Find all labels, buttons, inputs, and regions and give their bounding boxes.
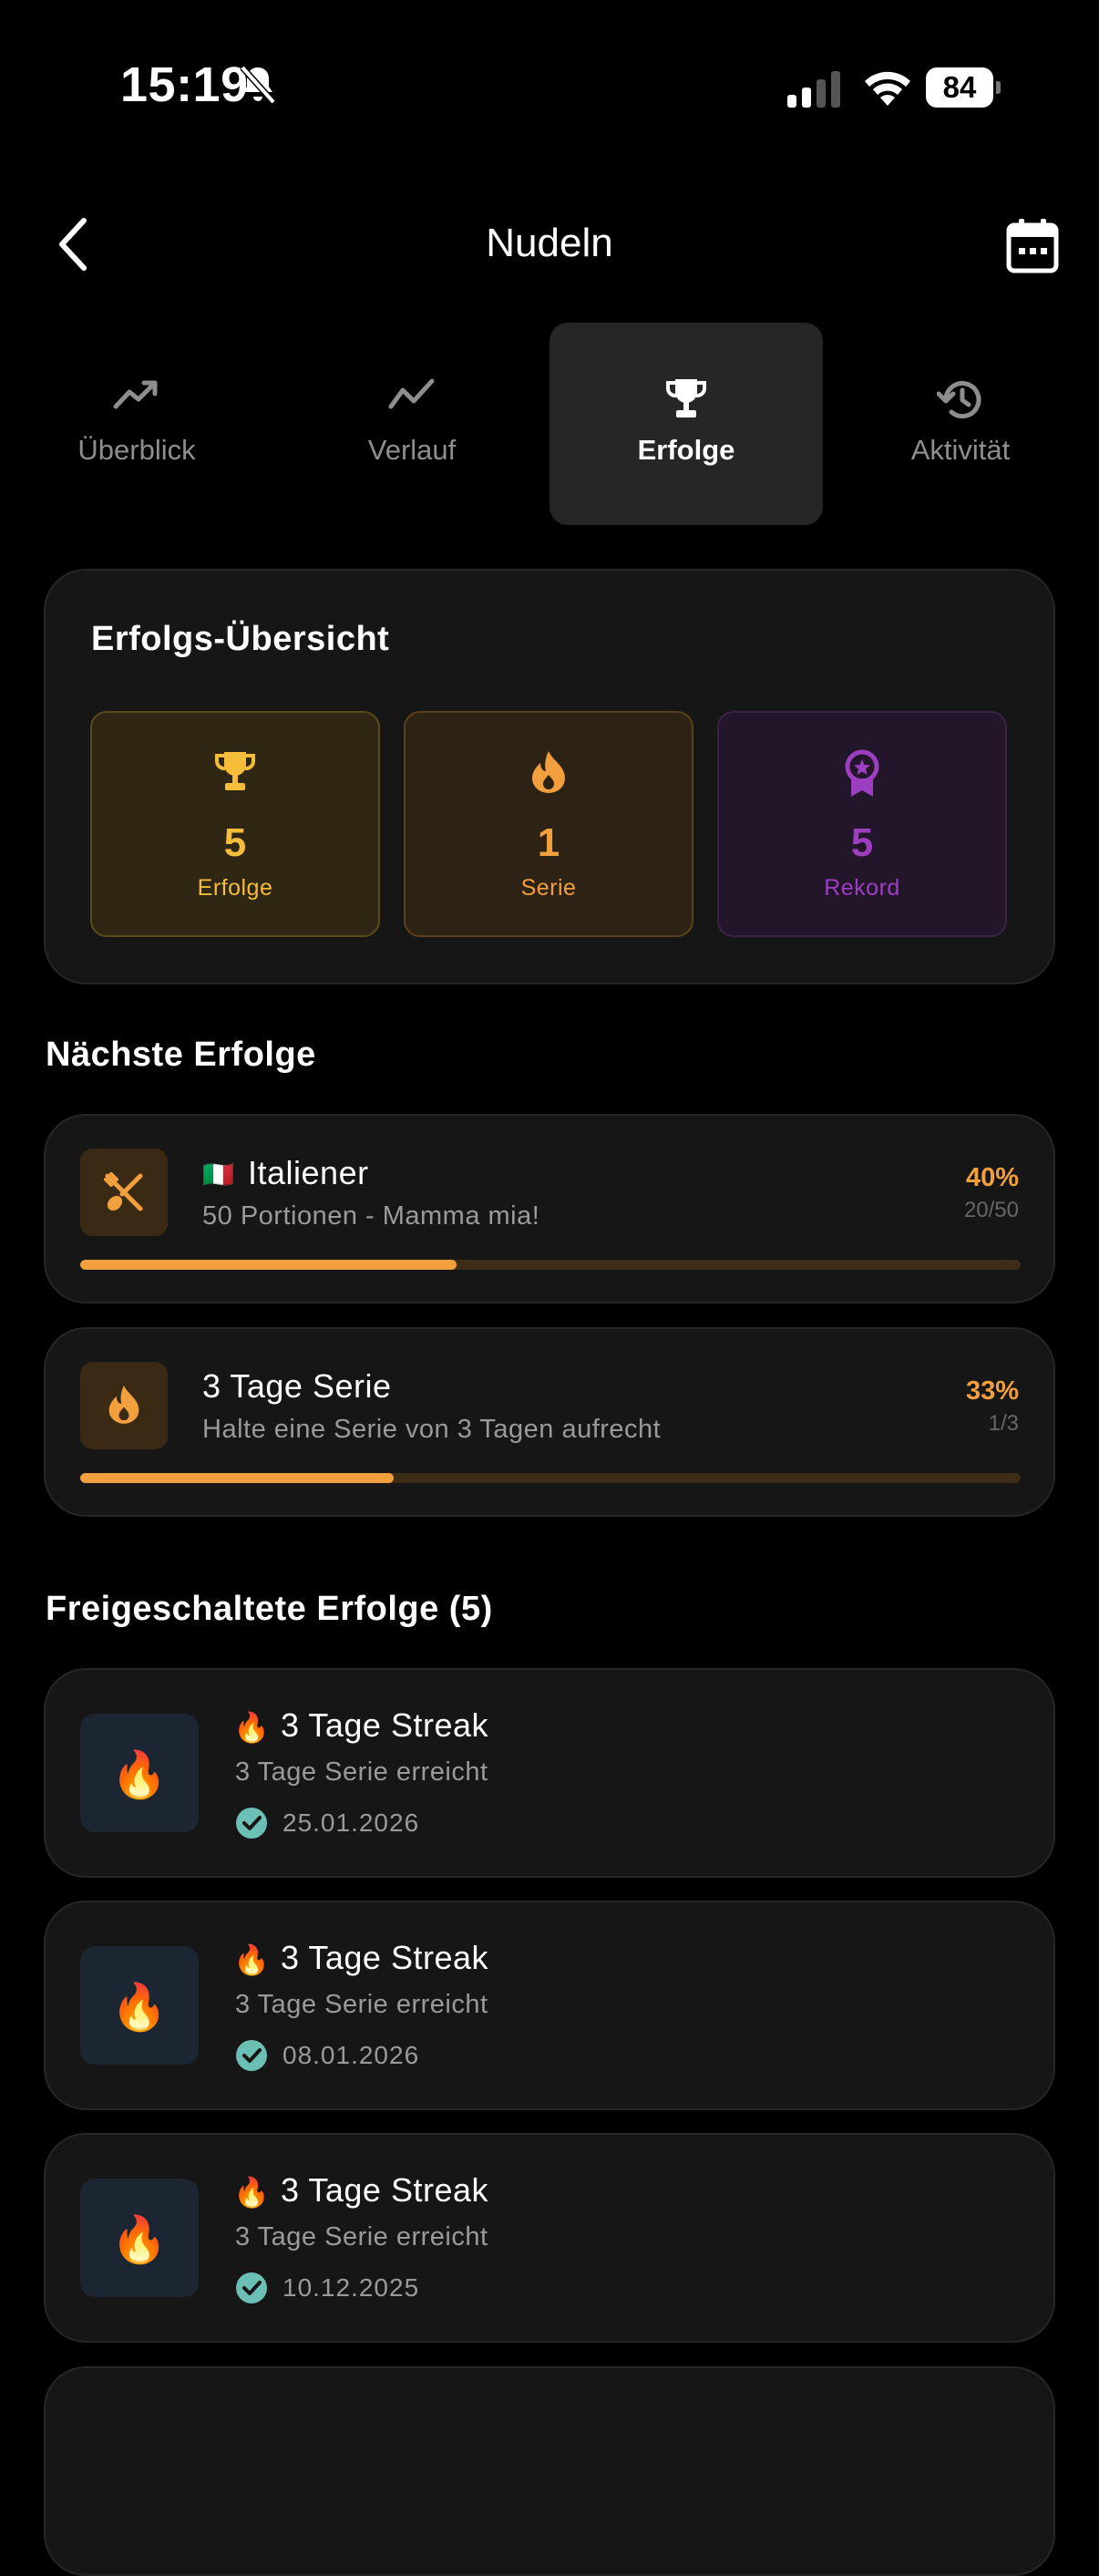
stat-value: 5: [223, 820, 247, 865]
fire-emoji-icon: 🔥: [233, 2176, 270, 2209]
check-circle-icon: [236, 1808, 267, 1839]
tab-erfolge[interactable]: Erfolge: [550, 323, 823, 525]
progress-bar: [80, 1260, 1021, 1270]
overview-title: Erfolgs-Übersicht: [91, 620, 390, 658]
battery-level: 84: [926, 67, 993, 108]
unlocked-item-subtitle: 3 Tage Serie erreicht: [235, 1757, 488, 1787]
unlocked-item[interactable]: 🔥 🔥 3 Tage Streak 3 Tage Serie erreicht …: [44, 2133, 1055, 2343]
unlocked-item-title: 3 Tage Streak: [281, 1706, 488, 1744]
flame-icon-box: [80, 1362, 168, 1449]
cutlery-icon-box: [80, 1149, 168, 1236]
unlocked-item-subtitle: 3 Tage Serie erreicht: [235, 1990, 488, 2019]
next-title: Nächste Erfolge: [46, 1036, 316, 1074]
stat-erfolge: 5 Erfolge: [90, 711, 380, 937]
progress-bar: [80, 1473, 1021, 1483]
unlocked-item[interactable]: [44, 2366, 1055, 2576]
fire-emoji-icon: 🔥: [110, 1749, 169, 1800]
fire-emoji-icon: 🔥: [110, 1982, 169, 2033]
calendar-icon[interactable]: [1006, 217, 1059, 273]
unlocked-item-date: 08.01.2026: [282, 2041, 420, 2069]
stat-label: Erfolge: [197, 875, 273, 901]
flame-icon: [532, 751, 565, 793]
status-time: 15:19: [120, 57, 249, 112]
next-item-title: Italiener: [248, 1154, 369, 1191]
unlocked-item-subtitle: 3 Tage Serie erreicht: [235, 2222, 488, 2251]
unlocked-item-date: 10.12.2025: [282, 2273, 420, 2302]
achievement-badge: 🔥: [80, 2179, 199, 2297]
flame-icon: [108, 1386, 139, 1424]
trophy-icon: [214, 752, 256, 790]
stat-label: Serie: [520, 875, 577, 901]
tab-aktivitaet[interactable]: Aktivität: [824, 323, 1097, 525]
unlocked-item-date: 25.01.2026: [282, 1808, 420, 1837]
unlocked-title: Freigeschaltete Erfolge (5): [46, 1590, 493, 1628]
tab-label: Überblick: [77, 434, 196, 466]
progress-fill: [80, 1473, 394, 1483]
stat-label: Rekord: [824, 875, 900, 901]
page-title: Nudeln: [486, 221, 613, 265]
next-item-percent: 33%: [965, 1376, 1019, 1406]
stat-value: 5: [850, 820, 874, 865]
trending-up-icon: [113, 380, 158, 409]
achievement-badge: 🔥: [80, 1714, 199, 1832]
fire-emoji-icon: 🔥: [110, 2214, 169, 2265]
next-item-serie[interactable]: 3 Tage Serie Halte eine Serie von 3 Tage…: [44, 1327, 1055, 1517]
tab-label: Aktivität: [910, 434, 1011, 466]
next-item-subtitle: Halte eine Serie von 3 Tagen aufrecht: [202, 1415, 662, 1444]
tab-label: Erfolge: [637, 434, 735, 466]
next-item-subtitle: 50 Portionen - Mamma mia!: [202, 1201, 540, 1231]
cutlery-icon: [104, 1172, 143, 1211]
progress-fill: [80, 1260, 457, 1270]
stat-serie: 1 Serie: [404, 711, 693, 937]
award-icon: [845, 749, 879, 797]
next-item-italiener[interactable]: 🇮🇹 Italiener 50 Portionen - Mamma mia! 4…: [44, 1114, 1055, 1303]
next-item-count: 1/3: [988, 1411, 1019, 1436]
unlocked-item-title: 3 Tage Streak: [281, 1939, 488, 1976]
history-icon: [936, 381, 981, 419]
fire-emoji-icon: 🔥: [233, 1943, 270, 1976]
next-item-title: 3 Tage Serie: [202, 1367, 392, 1405]
tab-ueberblick[interactable]: Überblick: [0, 323, 273, 525]
trophy-icon: [665, 379, 707, 417]
stat-rekord: 5 Rekord: [717, 711, 1007, 937]
tab-label: Verlauf: [367, 434, 457, 466]
wifi-icon: [865, 71, 910, 106]
unlocked-item[interactable]: 🔥 🔥 3 Tage Streak 3 Tage Serie erreicht …: [44, 1901, 1055, 2110]
stat-value: 1: [537, 820, 560, 865]
check-circle-icon: [236, 2040, 267, 2071]
next-item-count: 20/50: [963, 1198, 1019, 1222]
flag-italy: 🇮🇹: [202, 1160, 234, 1189]
signal-icon: [787, 71, 840, 108]
bell-muted-icon: [240, 65, 276, 105]
fire-emoji-icon: 🔥: [233, 1711, 270, 1744]
next-item-percent: 40%: [965, 1163, 1019, 1192]
battery-indicator: 84: [926, 67, 1001, 108]
tab-verlauf[interactable]: Verlauf: [275, 323, 549, 525]
achievement-badge: 🔥: [80, 1946, 199, 2065]
unlocked-item[interactable]: 🔥 🔥 3 Tage Streak 3 Tage Serie erreicht …: [44, 1668, 1055, 1878]
chart-line-icon: [388, 378, 435, 409]
unlocked-item-title: 3 Tage Streak: [281, 2171, 488, 2209]
check-circle-icon: [236, 2272, 267, 2303]
